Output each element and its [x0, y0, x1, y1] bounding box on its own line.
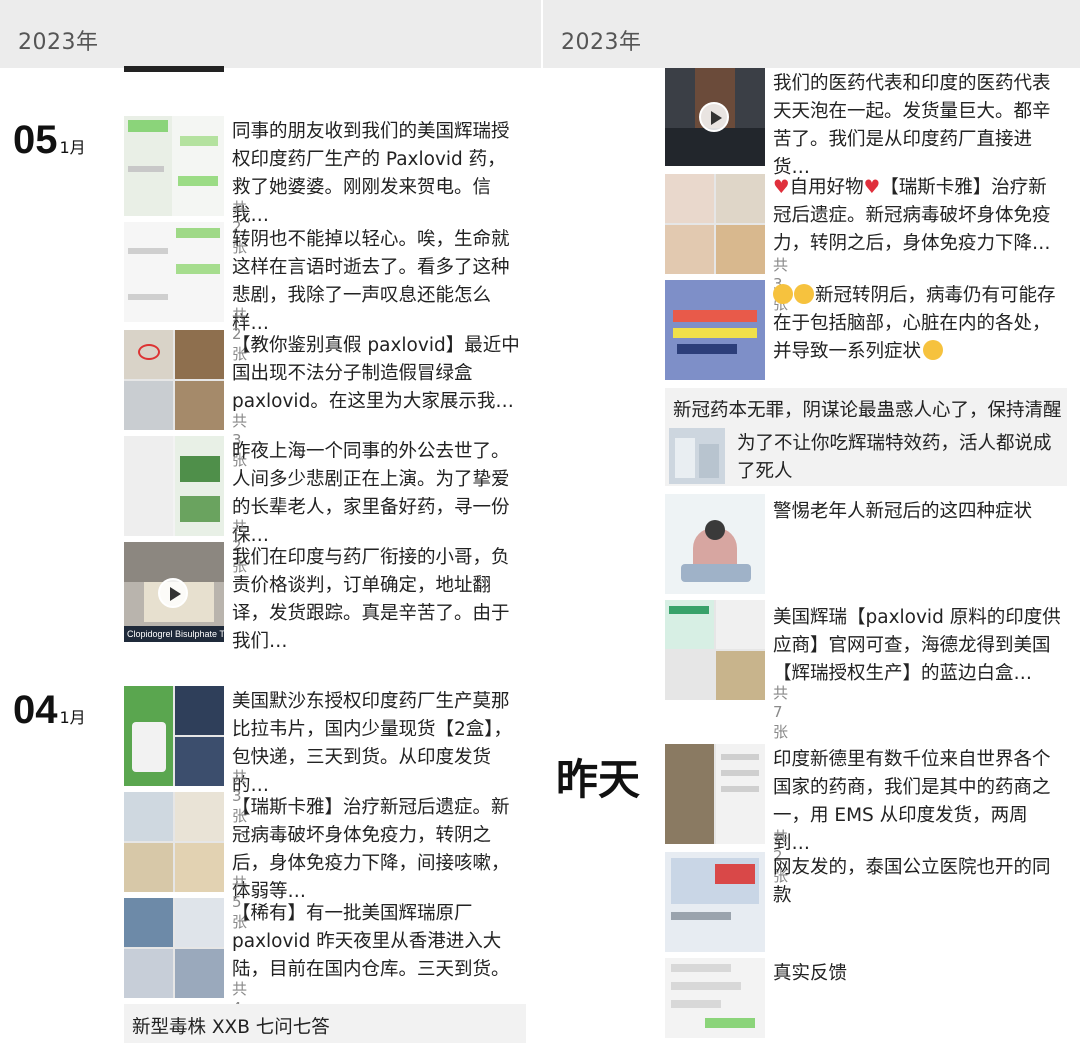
post-thumbnail[interactable] [124, 686, 224, 786]
shared-article-thumbnail [669, 428, 725, 484]
image-count: 共7张 [773, 684, 789, 741]
post-text: 网友发的，泰国公立医院也开的同款 [773, 857, 1051, 906]
emoji-icon [794, 284, 814, 304]
post-text: ♥自用好物♥【瑞斯卡雅】治疗新冠后遗症。新冠病毒破坏身体免疫力，转阴之后，身体免… [773, 177, 1051, 254]
video-thumbnail[interactable] [665, 68, 765, 166]
post-thumbnail[interactable] [124, 436, 224, 536]
shared-article-text: 为了不让你吃辉瑞特效药，活人都说成了死人 [737, 433, 1052, 482]
right-timeline-panel: 2023年 我们的医药代表和印度的医药代表天天泡在一起。发货量巨大。都辛苦了。我… [543, 0, 1080, 1043]
year-label: 2023年 [561, 30, 642, 55]
shared-article-title: 新型毒株 XXB 七问七答 [132, 1017, 330, 1038]
post-thumbnail[interactable] [124, 222, 224, 322]
post-text: 美国辉瑞【paxlovid 原料的印度供应商】官网可查，海德龙得到美国【辉瑞授权… [773, 607, 1061, 684]
left-timeline-panel: 2023年 05 1月 同事的朋友收到我们的美国辉瑞授权印度药厂生产的 Paxlo… [0, 0, 541, 1043]
post-thumbnail[interactable] [665, 958, 765, 1038]
date-yesterday: 昨天 [556, 755, 641, 804]
date-05-jan: 05 1月 [13, 118, 86, 162]
post-text: 印度新德里有数千位来自世界各个国家的药商，我们是其中的药商之一，用 EMS 从印… [773, 749, 1051, 854]
post-thumbnail[interactable] [124, 898, 224, 998]
year-header: 2023年 [543, 0, 1080, 68]
post-text: 新冠转阴后，病毒仍有可能存在于包括脑部，心脏在内的各处，并导致一系列症状 [773, 284, 1056, 362]
post-text: 真实反馈 [773, 963, 848, 984]
post-text: 【教你鉴别真假 paxlovid】最近中国出现不法分子制造假冒绿盒 paxlov… [232, 335, 520, 412]
post-thumbnail[interactable] [124, 330, 224, 430]
post-thumbnail[interactable] [665, 280, 765, 380]
emoji-icon [923, 340, 944, 360]
post-thumbnail[interactable] [665, 174, 765, 274]
post-thumbnail[interactable] [124, 116, 224, 216]
post-text: 我们在印度与药厂衔接的小哥，负责价格谈判，订单确定，地址翻译，发货跟踪。真是辛苦… [232, 547, 510, 652]
date-04-jan: 04 1月 [13, 688, 86, 732]
heart-icon: ♥ [863, 177, 881, 198]
emoji-icon [773, 284, 793, 304]
shared-article[interactable]: 新冠药本无罪，阴谋论最蛊惑人心了，保持清醒 为了不让你吃辉瑞特效药，活人都说成了… [665, 388, 1067, 486]
play-icon[interactable] [158, 578, 188, 608]
post-text: 警惕老年人新冠后的这四种症状 [773, 501, 1033, 522]
post-text: 【稀有】有一批美国辉瑞原厂 paxlovid 昨天夜里从香港进入大陆，目前在国内… [232, 903, 510, 980]
shared-article-title: 新冠药本无罪，阴谋论最蛊惑人心了，保持清醒 [673, 400, 1062, 421]
post-thumbnail[interactable] [124, 792, 224, 892]
post-text: 同事的朋友收到我们的美国辉瑞授权印度药厂生产的 Paxlovid 药，救了她婆婆… [232, 121, 510, 226]
play-icon[interactable] [699, 102, 729, 132]
post-text: 昨夜上海一个同事的外公去世了。人间多少悲剧正在上演。为了挚爱的长辈老人，家里备好… [232, 441, 510, 546]
post-text: 美国默沙东授权印度药厂生产莫那比拉韦片，国内少量现货【2盒】，包快递，三天到货。… [232, 691, 513, 796]
shared-article[interactable]: 新型毒株 XXB 七问七答 [124, 1004, 526, 1043]
post-text: 【瑞斯卡雅】治疗新冠后遗症。新冠病毒破坏身体免疫力，转阴之后，身体免疫力下降，间… [232, 797, 510, 902]
thumb-caption: Clopidogrel Bisulphate T [124, 626, 224, 642]
post-text: 转阴也不能掉以轻心。唉，生命就这样在言语时逝去了。看多了这种悲剧，我除了一声叹息… [232, 229, 510, 334]
previous-post-edge [124, 66, 224, 72]
year-header: 2023年 [0, 0, 541, 68]
heart-icon: ♥ [773, 177, 790, 198]
year-label: 2023年 [18, 30, 99, 55]
post-thumbnail[interactable] [665, 852, 765, 952]
video-thumbnail[interactable]: Clopidogrel Bisulphate T [124, 542, 224, 642]
post-text: 我们的医药代表和印度的医药代表天天泡在一起。发货量巨大。都辛苦了。我们是从印度药… [773, 73, 1051, 178]
post-thumbnail[interactable] [665, 744, 765, 844]
post-thumbnail[interactable] [665, 600, 765, 700]
post-thumbnail[interactable] [665, 494, 765, 594]
